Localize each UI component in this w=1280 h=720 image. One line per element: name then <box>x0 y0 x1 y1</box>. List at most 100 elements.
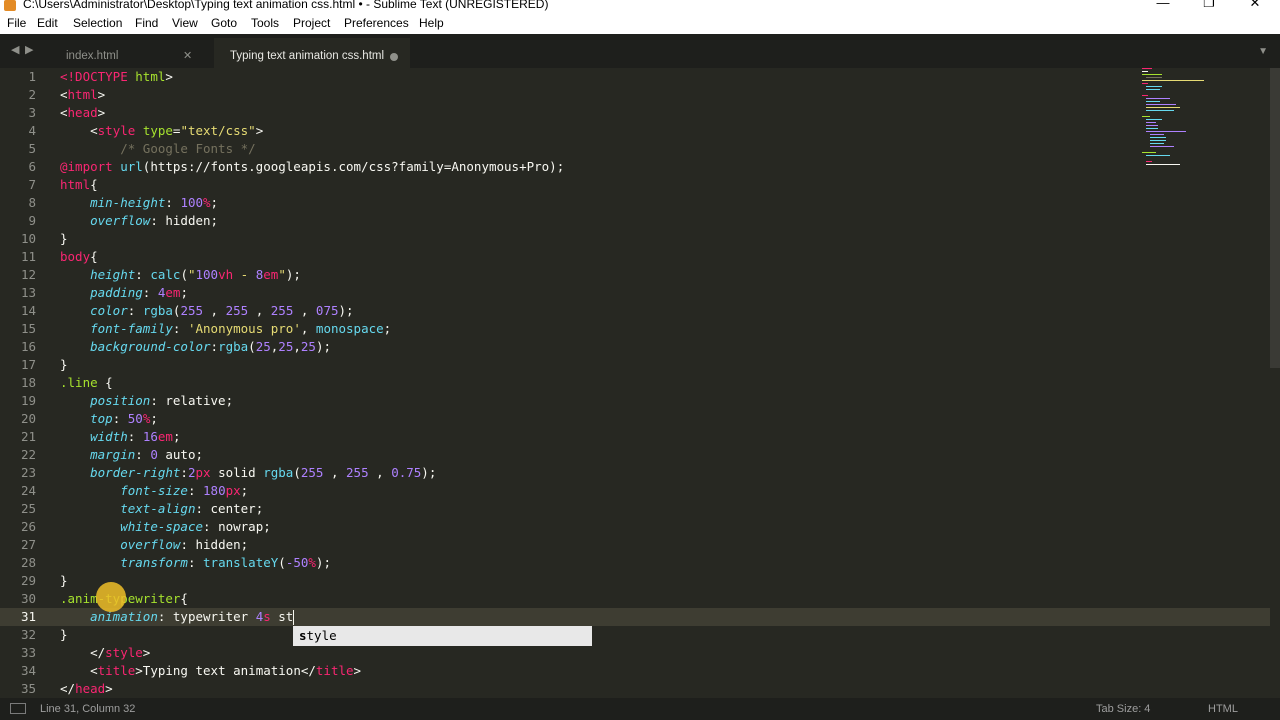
menu-goto[interactable]: Goto <box>211 16 237 30</box>
autocomplete-popup[interactable]: style <box>293 626 592 646</box>
menu-preferences[interactable]: Preferences <box>344 16 409 30</box>
line-number: 9 <box>28 213 36 228</box>
sublime-text-icon <box>4 0 16 11</box>
line-number: 3 <box>28 105 36 120</box>
code-line: min-height: 100%; <box>90 195 219 210</box>
code-line: @import url(https://fonts.googleapis.com… <box>60 159 565 174</box>
line-number: 8 <box>28 195 36 210</box>
line-number: 10 <box>20 231 36 246</box>
line-number: 13 <box>20 285 36 300</box>
tab-index-html[interactable]: index.html ✕ <box>46 38 208 68</box>
code-editor[interactable]: 1 2 3 4 5 6 7 8 9 10 11 12 13 14 15 16 17 18 19 20 21 22 23 24 2… <box>0 68 1280 698</box>
menu-view[interactable]: View <box>172 16 198 30</box>
line-number: 11 <box>20 249 36 264</box>
code-line: overflow: hidden; <box>120 537 249 552</box>
code-line: animation: typewriter 4s st <box>90 609 295 625</box>
code-line: </style> <box>60 645 151 660</box>
code-line: } <box>60 357 68 372</box>
code-line: body{ <box>60 249 98 264</box>
menu-bar: File Edit Selection Find View Goto Tools… <box>0 14 1280 34</box>
unsaved-dot-icon[interactable] <box>390 53 398 61</box>
line-number: 25 <box>20 501 36 516</box>
menu-selection[interactable]: Selection <box>73 16 122 30</box>
code-line: overflow: hidden; <box>90 213 219 228</box>
code-line: width: 16em; <box>90 429 181 444</box>
code-line: <title>Typing text animation</title> <box>60 663 362 678</box>
line-number: 1 <box>28 69 36 84</box>
code-line: padding: 4em; <box>90 285 188 300</box>
line-number: 2 <box>28 87 36 102</box>
code-line: font-family: 'Anonymous pro', monospace; <box>90 321 392 336</box>
code-line: <html> <box>60 87 106 102</box>
line-number: 24 <box>20 483 36 498</box>
line-number: 27 <box>20 537 36 552</box>
tab-label: index.html <box>66 50 119 62</box>
code-line: color: rgba(255 , 255 , 255 , 075); <box>90 303 354 318</box>
code-line: html{ <box>60 177 98 192</box>
minimize-button[interactable]: — <box>1140 0 1186 10</box>
line-number: 31 <box>20 609 36 624</box>
menu-file[interactable]: File <box>7 16 26 30</box>
tab-label: Typing text animation css.html <box>230 50 385 62</box>
menu-find[interactable]: Find <box>135 16 158 30</box>
maximize-button[interactable]: ❐ <box>1186 0 1232 10</box>
code-line: <!DOCTYPE html> <box>60 69 173 84</box>
text-cursor <box>293 610 295 625</box>
line-number: 30 <box>20 591 36 606</box>
code-line: </head> <box>60 681 113 696</box>
line-number: 20 <box>20 411 36 426</box>
code-line: height: calc("100vh - 8em"); <box>90 267 301 282</box>
tab-next-icon[interactable]: ▶ <box>25 43 33 56</box>
close-icon[interactable]: ✕ <box>183 49 192 62</box>
code-line: /* Google Fonts */ <box>120 141 256 156</box>
line-number: 29 <box>20 573 36 588</box>
tab-bar: ◀ ▶ index.html ✕ Typing text animation c… <box>0 34 1280 68</box>
syntax-selector[interactable]: HTML <box>1208 703 1238 715</box>
code-line: <style type="text/css"> <box>60 123 264 138</box>
line-number: 7 <box>28 177 36 192</box>
code-line: position: relative; <box>90 393 234 408</box>
line-number: 21 <box>20 429 36 444</box>
line-number: 6 <box>28 159 36 174</box>
code-line: border-right:2px solid rgba(255 , 255 , … <box>90 465 437 480</box>
code-line: transform: translateY(-50%); <box>120 555 331 570</box>
tab-typing-text-animation[interactable]: Typing text animation css.html <box>214 38 410 68</box>
line-number: 19 <box>20 393 36 408</box>
code-line: } <box>60 231 68 246</box>
line-number: 32 <box>20 627 36 642</box>
line-number: 22 <box>20 447 36 462</box>
line-number: 18 <box>20 375 36 390</box>
vertical-scrollbar[interactable] <box>1270 68 1280 368</box>
tab-size-selector[interactable]: Tab Size: 4 <box>1096 703 1150 715</box>
line-number: 12 <box>20 267 36 282</box>
menu-project[interactable]: Project <box>293 16 330 30</box>
menu-tools[interactable]: Tools <box>251 16 279 30</box>
code-line: font-size: 180px; <box>120 483 249 498</box>
code-line: text-align: center; <box>120 501 264 516</box>
line-number: 16 <box>20 339 36 354</box>
tab-prev-icon[interactable]: ◀ <box>11 43 19 56</box>
panel-toggle-icon[interactable] <box>10 703 26 714</box>
autocomplete-rest: tyle <box>306 628 337 643</box>
code-line: top: 50%; <box>90 411 158 426</box>
menu-help[interactable]: Help <box>419 16 444 30</box>
mouse-pointer-highlight <box>96 582 126 612</box>
code-line: margin: 0 auto; <box>90 447 204 462</box>
close-window-button[interactable]: ✕ <box>1232 0 1278 10</box>
line-number: 14 <box>20 303 36 318</box>
code-line: .line { <box>60 375 113 390</box>
menu-edit[interactable]: Edit <box>37 16 58 30</box>
code-line: white-space: nowrap; <box>120 519 271 534</box>
code-line: <head> <box>60 105 106 120</box>
line-number: 4 <box>28 123 36 138</box>
line-number: 17 <box>20 357 36 372</box>
line-number: 33 <box>20 645 36 660</box>
code-line: } <box>60 627 68 642</box>
line-number: 15 <box>20 321 36 336</box>
minimap[interactable] <box>1142 68 1270 168</box>
tab-menu-icon[interactable]: ▼ <box>1258 46 1268 57</box>
window-title: C:\Users\Administrator\Desktop\Typing te… <box>23 0 549 11</box>
code-line: } <box>60 573 68 588</box>
line-number: 26 <box>20 519 36 534</box>
cursor-position: Line 31, Column 32 <box>40 703 136 715</box>
